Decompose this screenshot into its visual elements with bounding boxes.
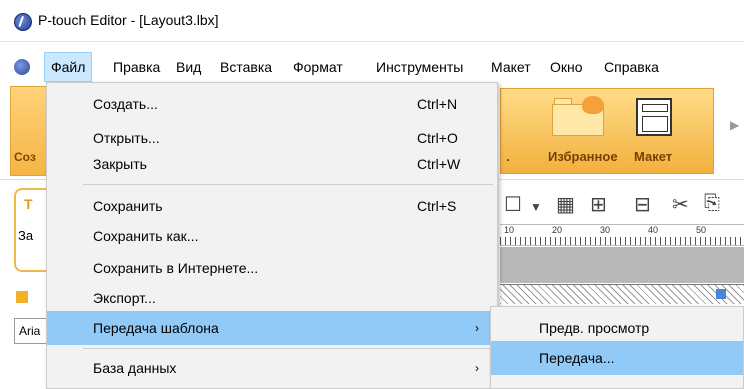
menu-item-save-online[interactable]: Сохранить в Интернете... <box>47 251 497 285</box>
ruler-tick-label: 20 <box>552 225 563 235</box>
menu-item-label: Закрыть <box>93 156 147 172</box>
file-menu: Создать... Ctrl+N Открыть... Ctrl+O Закр… <box>46 82 498 389</box>
menu-item-template-transfer[interactable]: Передача шаблона › <box>47 311 497 345</box>
menu-item-new[interactable]: Создать... Ctrl+N <box>47 87 497 121</box>
copy-icon[interactable]: ⎘ <box>704 192 720 215</box>
menu-item-database[interactable]: База данных › <box>47 351 497 385</box>
menu-view[interactable]: Вид <box>170 52 207 82</box>
ruler-tick-label: 30 <box>600 225 611 235</box>
ruler: 10 20 30 40 50 <box>500 224 744 246</box>
menu-item-label: Экспорт... <box>93 290 156 306</box>
ruler-tick-label: 50 <box>696 225 707 235</box>
label-area[interactable] <box>500 284 744 304</box>
submenu-item-preview[interactable]: Предв. просмотр <box>491 311 743 345</box>
menu-item-shortcut: Ctrl+W <box>417 156 461 172</box>
menu-item-save-as[interactable]: Сохранить как... <box>47 219 497 253</box>
ribbon-scroll-right-icon[interactable]: ▶ <box>730 118 739 132</box>
menu-insert[interactable]: Вставка <box>214 52 278 82</box>
panel-text-fragment: За <box>18 228 34 243</box>
menu-item-label: База данных <box>93 360 177 376</box>
template-transfer-submenu: Предв. просмотр Передача... <box>490 306 744 389</box>
menu-edit[interactable]: Правка <box>107 52 166 82</box>
menu-format[interactable]: Формат <box>287 52 349 82</box>
ribbon-new-label: Соз <box>14 150 36 164</box>
favorites-folder-icon[interactable] <box>552 96 604 136</box>
menu-item-export[interactable]: Экспорт... <box>47 281 497 315</box>
submenu-item-transfer[interactable]: Передача... <box>491 341 743 375</box>
table-tool-icon[interactable]: ▦ <box>556 192 575 217</box>
system-menu-icon[interactable] <box>14 59 30 75</box>
chart-tool-icon[interactable]: ⊞ <box>590 192 607 217</box>
submenu-arrow-icon: › <box>475 321 479 335</box>
menu-tools[interactable]: Инструменты <box>370 52 469 82</box>
ruler-ticks <box>500 237 744 245</box>
submenu-item-label: Предв. просмотр <box>539 320 650 336</box>
submenu-arrow-icon: › <box>475 361 479 375</box>
canvas-area[interactable] <box>500 247 744 283</box>
menu-item-label: Сохранить как... <box>93 228 199 244</box>
layout-icon[interactable] <box>636 98 672 136</box>
ruler-tick-label: 40 <box>648 225 659 235</box>
submenu-item-label: Передача... <box>539 350 615 366</box>
favorites-label[interactable]: Избранное <box>548 149 618 164</box>
layout-label[interactable]: Макет <box>634 149 672 164</box>
menu-item-save[interactable]: Сохранить Ctrl+S <box>47 189 497 223</box>
menu-item-label: Передача шаблона <box>93 320 219 336</box>
menu-layout[interactable]: Макет <box>485 52 537 82</box>
menu-window[interactable]: Окно <box>544 52 589 82</box>
layout-tool-icon[interactable]: ⊟ <box>634 192 651 217</box>
app-logo-icon <box>14 13 32 31</box>
menu-file[interactable]: Файл <box>44 52 93 82</box>
window-title: P-touch Editor - [Layout3.lbx] <box>38 12 219 28</box>
menu-item-label: Сохранить в Интернете... <box>93 260 259 276</box>
label-marker <box>716 289 726 299</box>
menu-item-close[interactable]: Закрыть Ctrl+W <box>47 147 497 181</box>
ribbon-partial-label: . <box>506 149 510 164</box>
menu-separator <box>83 184 493 185</box>
cut-icon[interactable]: ✂ <box>672 192 689 217</box>
menu-separator <box>83 348 493 349</box>
menu-item-shortcut: Ctrl+N <box>417 96 458 112</box>
menu-item-label: Сохранить <box>93 198 163 214</box>
menu-item-label: Создать... <box>93 96 158 112</box>
panel-marker-icon <box>16 291 28 303</box>
menu-help[interactable]: Справка <box>598 52 665 82</box>
dropdown-arrow-icon[interactable]: ▼ <box>530 200 542 214</box>
title-bar: P-touch Editor - [Layout3.lbx] <box>0 0 744 42</box>
ruler-tick-label: 10 <box>504 225 515 235</box>
panel-title-fragment: Т <box>24 196 33 212</box>
menu-item-shortcut: Ctrl+S <box>417 198 457 214</box>
frame-tool-icon[interactable]: ☐ <box>504 192 522 217</box>
